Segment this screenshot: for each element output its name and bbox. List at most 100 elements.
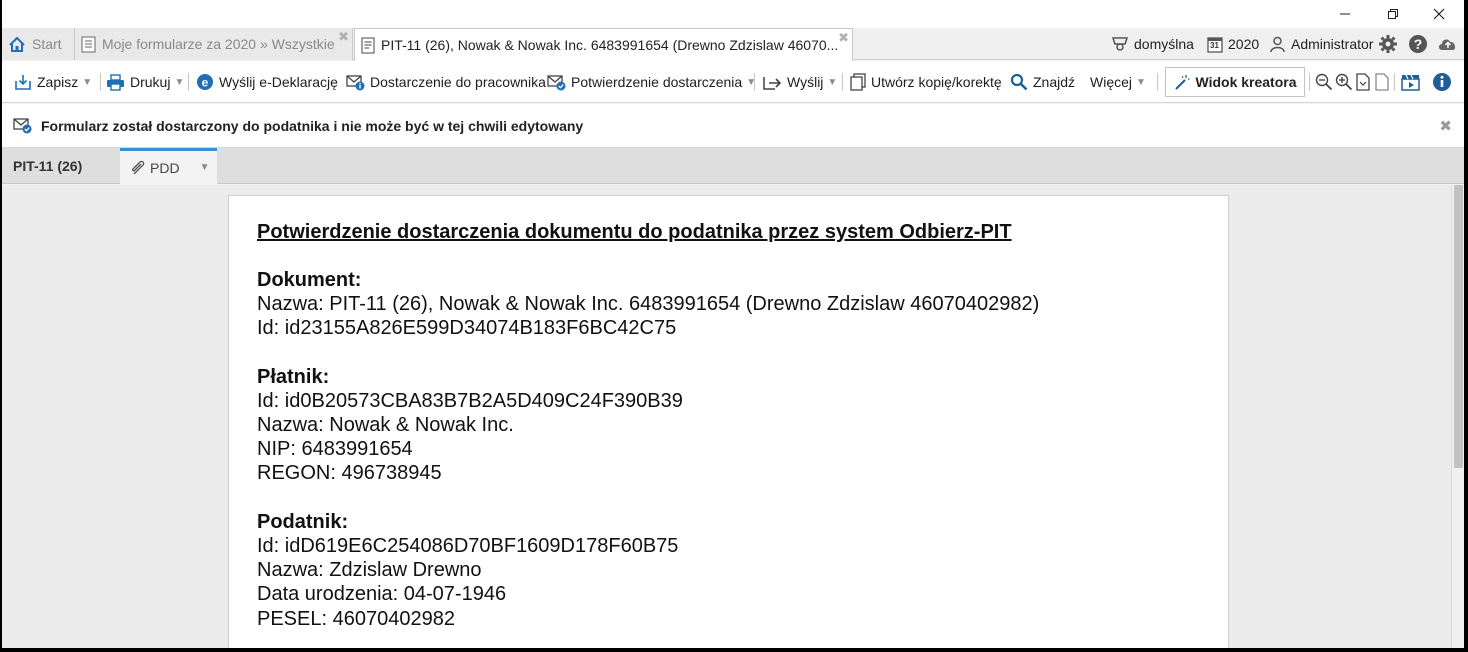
fit-page-icon xyxy=(1356,73,1370,91)
find-button[interactable]: Znajdź xyxy=(1010,69,1075,95)
form-list-icon xyxy=(81,36,96,53)
year-selector[interactable]: 31 2020 xyxy=(1207,28,1259,60)
search-icon xyxy=(1010,73,1028,91)
chevron-down-icon[interactable]: ▼ xyxy=(174,77,184,88)
user-icon xyxy=(1269,36,1286,53)
subtab-label: PDD xyxy=(150,159,180,176)
chevron-down-icon[interactable]: ▼ xyxy=(200,162,210,173)
send-button[interactable]: Wyślij ▼ xyxy=(763,69,837,95)
chevron-down-icon: ▼ xyxy=(1136,76,1146,88)
document-line: Nazwa: Nowak & Nowak Inc. xyxy=(257,413,514,436)
printer-icon xyxy=(106,73,125,91)
copy-icon xyxy=(850,73,866,91)
gear-icon xyxy=(1379,35,1397,53)
document-line: Nazwa: PIT-11 (26), Nowak & Nowak Inc. 6… xyxy=(257,293,1040,315)
home-icon xyxy=(8,36,26,53)
close-icon xyxy=(1433,8,1445,20)
create-copy-button[interactable]: Utwórz kopię/korektę xyxy=(850,69,1002,95)
profile-selector[interactable]: domyślna xyxy=(1111,28,1194,60)
magic-wand-icon xyxy=(1175,74,1190,90)
document-icon xyxy=(361,37,375,54)
tab-my-forms[interactable]: Moje formularze za 2020 » Wszystkie ✖ xyxy=(75,28,353,60)
main-toolbar: Zapisz ▼ Drukuj ▼ e Wyślij e-Deklarację … xyxy=(2,61,1464,103)
restore-button[interactable] xyxy=(1370,0,1416,28)
help-button[interactable]: ? xyxy=(1408,28,1428,60)
fit-page-button[interactable] xyxy=(1353,72,1373,92)
edeclaration-icon: e xyxy=(196,73,214,91)
send-edeclaration-label: Wyślij e-Deklarację xyxy=(219,74,338,90)
deliver-employee-label: Dostarczenie do pracownika xyxy=(370,74,546,90)
save-button[interactable]: Zapisz ▼ xyxy=(14,69,92,95)
document-line: Id: idD619E6C254086D70BF1609D178F60B75 xyxy=(257,534,679,557)
close-icon[interactable]: ✖ xyxy=(1439,117,1452,135)
section-heading: Płatnik: xyxy=(257,365,330,388)
user-menu[interactable]: Administrator xyxy=(1269,28,1373,60)
save-icon xyxy=(14,73,32,91)
clapperboard-icon xyxy=(1400,74,1420,91)
mail-check-icon xyxy=(547,74,566,91)
zoom-in-icon xyxy=(1335,73,1353,91)
info-icon xyxy=(1433,73,1451,91)
clapper-button[interactable] xyxy=(1400,72,1420,92)
user-label: Administrator xyxy=(1291,36,1374,52)
toolbar-divider xyxy=(1157,73,1158,91)
zoom-in-button[interactable] xyxy=(1334,72,1354,92)
vertical-scrollbar[interactable] xyxy=(1451,185,1464,648)
tab-bar: Start Moje formularze za 2020 » Wszystki… xyxy=(2,28,1464,61)
notification-bar: Formularz został dostarczony do podatnik… xyxy=(2,104,1464,148)
calendar-icon: 31 xyxy=(1207,36,1223,53)
document-line: PESEL: 46070402982 xyxy=(257,607,455,630)
app-window: Start Moje formularze za 2020 » Wszystki… xyxy=(2,0,1464,648)
tab-pit11-document[interactable]: PIT-11 (26), Nowak & Nowak Inc. 64839916… xyxy=(354,28,853,61)
settings-button[interactable] xyxy=(1378,28,1398,60)
subtab-pit11[interactable]: PIT-11 (26) xyxy=(2,148,120,184)
wizard-view-button[interactable]: Widok kreatora xyxy=(1165,67,1305,97)
document-page: Potwierdzenie dostarczenia dokumentu do … xyxy=(228,195,1229,648)
toolbar-divider xyxy=(188,73,189,91)
wizard-view-label: Widok kreatora xyxy=(1195,74,1297,90)
document-viewport: Potwierdzenie dostarczenia dokumentu do … xyxy=(2,185,1451,648)
save-label: Zapisz xyxy=(37,74,79,90)
help-icon: ? xyxy=(1409,35,1427,53)
notification-text: Formularz został dostarczony do podatnik… xyxy=(41,118,584,134)
cloud-upload-icon xyxy=(1439,39,1456,50)
minimize-button[interactable] xyxy=(1322,0,1368,28)
find-label: Znajdź xyxy=(1033,74,1076,90)
chevron-down-icon[interactable]: ▼ xyxy=(82,77,92,88)
info-button[interactable] xyxy=(1432,72,1452,92)
page-view-button[interactable] xyxy=(1372,72,1392,92)
tab-close-icon[interactable]: ✖ xyxy=(338,29,349,45)
zoom-out-button[interactable] xyxy=(1314,72,1334,92)
tab-start[interactable]: Start xyxy=(2,28,75,60)
deliver-employee-button[interactable]: Dostarczenie do pracownika xyxy=(346,69,546,95)
subtab-label: PIT-11 (26) xyxy=(13,158,83,174)
print-label: Drukuj xyxy=(130,74,171,90)
restore-icon xyxy=(1388,9,1398,19)
scrollbar-thumb[interactable] xyxy=(1454,185,1463,468)
profile-icon xyxy=(1111,36,1129,52)
tab-label: Moje formularze za 2020 » Wszystkie xyxy=(102,36,335,52)
document-line: NIP: 6483991654 xyxy=(257,438,413,461)
more-button[interactable]: Więcej ▼ xyxy=(1090,69,1146,95)
delivery-confirmation-button[interactable]: Potwierdzenie dostarczenia ▼ xyxy=(547,69,756,95)
cloud-button[interactable] xyxy=(1437,28,1459,60)
toolbar-divider xyxy=(1309,73,1310,91)
document-line: REGON: 496738945 xyxy=(257,462,442,485)
toolbar-divider xyxy=(754,73,755,91)
send-edeclaration-button[interactable]: e Wyślij e-Deklarację xyxy=(196,69,338,95)
mail-check-icon xyxy=(13,118,32,134)
tab-close-icon[interactable]: ✖ xyxy=(838,30,849,46)
document-line: Data urodzenia: 04-07-1946 xyxy=(257,583,507,606)
page-icon xyxy=(1375,73,1389,91)
section-heading: Dokument: xyxy=(257,269,362,291)
close-window-button[interactable] xyxy=(1416,0,1462,28)
chevron-down-icon[interactable]: ▼ xyxy=(827,77,837,88)
document-title: Potwierdzenie dostarczenia dokumentu do … xyxy=(257,221,1012,243)
svg-text:e: e xyxy=(202,76,209,90)
mail-info-icon xyxy=(346,74,365,91)
tab-label: PIT-11 (26), Nowak & Nowak Inc. 64839916… xyxy=(381,37,839,53)
year-label: 2020 xyxy=(1228,36,1260,52)
print-button[interactable]: Drukuj ▼ xyxy=(106,69,184,95)
document-line: Id: id0B20573CBA83B7B2A5D409C24F390B39 xyxy=(257,389,683,412)
subtab-pdd[interactable]: PDD ▼ xyxy=(120,148,217,184)
